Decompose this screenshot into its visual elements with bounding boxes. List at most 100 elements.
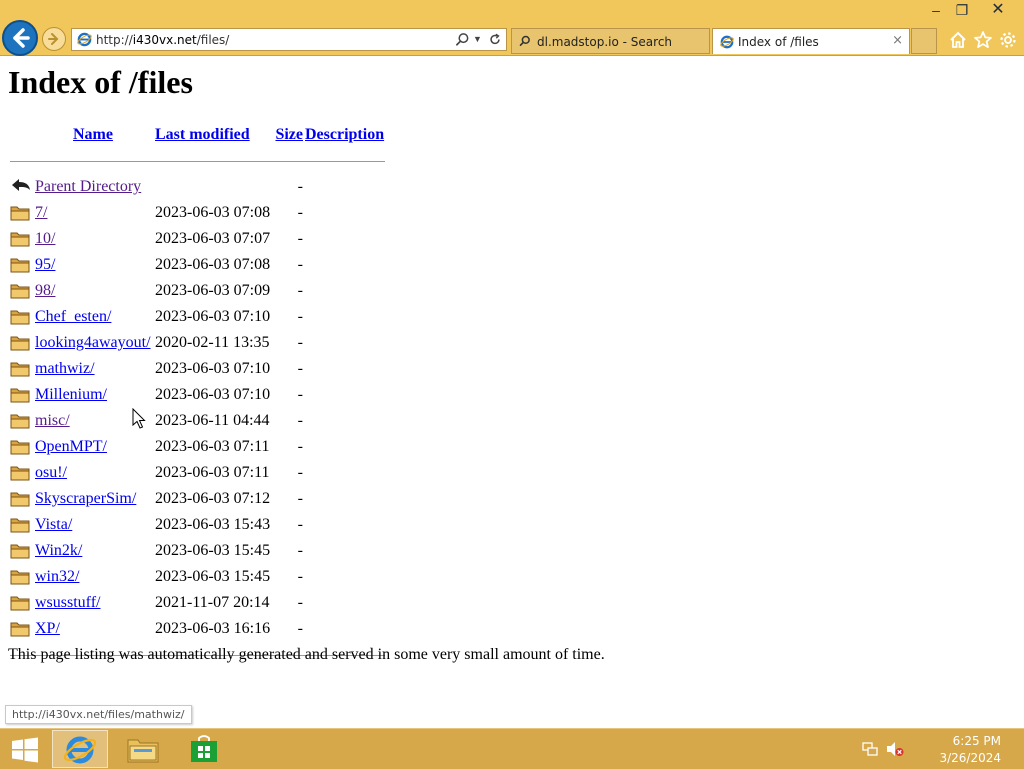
directory-row: 7/2023-06-03 07:08 - [8, 200, 387, 226]
size-column-header: Size [273, 122, 305, 148]
network-icon[interactable] [862, 741, 878, 757]
directory-row: 10/2023-06-03 07:07 - [8, 226, 387, 252]
refresh-icon[interactable] [488, 32, 502, 47]
restore-button[interactable]: ❐ [947, 0, 977, 20]
tab-search[interactable]: dl.madstop.io - Search [511, 28, 710, 54]
star-icon[interactable] [973, 30, 993, 50]
address-url[interactable]: http://i430vx.net/files/ [96, 33, 229, 47]
folder-link[interactable]: wsusstuff/ [35, 594, 101, 611]
description-cell [305, 460, 387, 486]
size-cell: - [297, 204, 303, 221]
modified-cell: 2023-06-03 07:10 [155, 360, 271, 377]
folder-link[interactable]: win32/ [35, 568, 79, 585]
back-button[interactable] [2, 20, 38, 56]
search-icon[interactable] [455, 32, 470, 47]
folder-link[interactable]: mathwiz/ [35, 360, 95, 377]
description-cell [305, 434, 387, 460]
folder-link[interactable]: 95/ [35, 256, 55, 273]
size-cell: - [297, 308, 303, 325]
folder-link[interactable]: SkyscraperSim/ [35, 490, 136, 507]
description-cell [305, 408, 387, 434]
size-cell: - [297, 620, 303, 637]
folder-link[interactable]: osu!/ [35, 464, 67, 481]
address-bar[interactable]: http://i430vx.net/files/ ▼ [71, 28, 507, 51]
size-cell: - [297, 230, 303, 247]
taskbar-file-explorer[interactable] [115, 730, 171, 768]
chevron-down-icon[interactable]: ▼ [473, 32, 482, 47]
directory-row: misc/2023-06-11 04:44 - [8, 408, 387, 434]
sort-by-name-link[interactable]: Name [73, 126, 113, 143]
folder-icon [10, 310, 30, 325]
close-icon[interactable]: × [892, 33, 903, 48]
store-icon [191, 735, 217, 762]
modified-cell: 2023-06-03 07:09 [155, 282, 271, 299]
folder-icon [10, 284, 30, 299]
folder-icon [10, 362, 30, 377]
folder-link[interactable]: Vista/ [35, 516, 72, 533]
ie-icon [63, 736, 97, 764]
folder-link[interactable]: Millenium/ [35, 386, 107, 403]
divider [10, 160, 385, 162]
status-url-tooltip: http://i430vx.net/files/mathwiz/ [5, 705, 192, 724]
mouse-cursor-icon [132, 408, 146, 429]
size-cell: - [297, 334, 303, 351]
folder-link[interactable]: 98/ [35, 282, 55, 299]
directory-row: Millenium/2023-06-03 07:10 - [8, 382, 387, 408]
description-cell [305, 538, 387, 564]
description-cell [305, 174, 387, 200]
folder-link[interactable]: XP/ [35, 620, 60, 637]
tab-index-files[interactable]: Index of /files × [712, 28, 910, 54]
description-cell [305, 512, 387, 538]
forward-button[interactable] [42, 27, 66, 51]
back-arrow-icon [13, 28, 30, 48]
size-cell: - [297, 256, 303, 273]
description-cell [305, 304, 387, 330]
directory-row: 95/2023-06-03 07:08 - [8, 252, 387, 278]
folder-link[interactable]: Chef_esten/ [35, 308, 111, 325]
size-cell: - [297, 490, 303, 507]
folder-link[interactable]: Win2k/ [35, 542, 82, 559]
close-window-button[interactable]: ✕ [983, 0, 1013, 20]
description-cell [305, 616, 387, 642]
size-cell: - [297, 516, 303, 533]
sort-by-description-link[interactable]: Description [305, 126, 384, 143]
description-column-header: Description [305, 122, 387, 148]
directory-row: wsusstuff/2021-11-07 20:14 - [8, 590, 387, 616]
folder-link[interactable]: looking4awayout/ [35, 334, 151, 351]
folder-icon [10, 622, 30, 637]
server-footer-text: This page listing was automatically gene… [8, 646, 605, 663]
new-tab-button[interactable] [911, 28, 937, 54]
folder-link[interactable]: OpenMPT/ [35, 438, 107, 455]
file-explorer-icon [127, 739, 159, 763]
directory-row: Win2k/2023-06-03 15:45 - [8, 538, 387, 564]
folder-icon [10, 414, 30, 429]
parent-directory-link[interactable]: Parent Directory [35, 178, 141, 195]
folder-link[interactable]: misc/ [35, 412, 70, 429]
clock-date[interactable]: 3/26/2024 [925, 751, 1001, 765]
directory-row: Vista/2023-06-03 15:43 - [8, 512, 387, 538]
volume-muted-icon[interactable] [886, 741, 904, 757]
size-cell: - [297, 568, 303, 585]
sort-by-size-link[interactable]: Size [275, 126, 303, 143]
taskbar-internet-explorer[interactable] [52, 730, 108, 768]
modified-cell: 2023-06-03 15:45 [155, 568, 271, 585]
folder-link[interactable]: 7/ [35, 204, 47, 221]
last-modified-column-header: Last modified [153, 122, 273, 148]
tab-label: Index of /files [738, 35, 819, 49]
description-cell [305, 564, 387, 590]
gear-icon[interactable] [998, 30, 1018, 50]
windows-start-icon[interactable] [10, 737, 40, 763]
ie-icon [720, 35, 734, 49]
modified-cell: 2023-06-03 15:45 [155, 542, 271, 559]
modified-cell: 2023-06-03 15:43 [155, 516, 271, 533]
sort-by-last-modified-link[interactable]: Last modified [155, 126, 250, 143]
folder-link[interactable]: 10/ [35, 230, 55, 247]
taskbar-store[interactable] [176, 730, 232, 768]
size-cell: - [297, 412, 303, 429]
description-cell [305, 356, 387, 382]
home-icon[interactable] [948, 30, 968, 50]
folder-icon [10, 466, 30, 481]
clock-time[interactable]: 6:25 PM [925, 734, 1001, 748]
modified-cell: 2023-06-03 16:16 [155, 620, 271, 637]
size-cell: - [297, 464, 303, 481]
